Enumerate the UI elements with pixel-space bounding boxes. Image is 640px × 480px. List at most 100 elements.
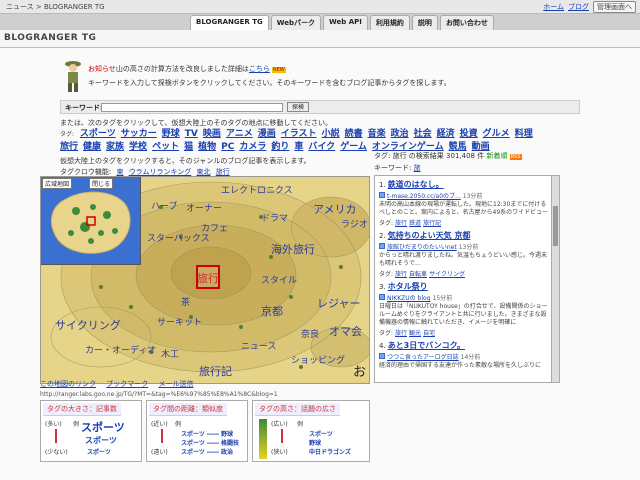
map-mode-link-east[interactable]: 東 <box>116 168 123 176</box>
map-mode-label: タグクロウ機能: <box>60 168 112 176</box>
result-tag[interactable]: 旅行 <box>395 330 407 337</box>
email-send-button[interactable]: メール送信 <box>158 380 193 388</box>
map-tag[interactable]: オーナー <box>186 201 222 214</box>
tag-link[interactable]: グルメ <box>483 129 510 139</box>
map-tag[interactable]: カー・オーディオ <box>85 343 156 356</box>
tab-webpark[interactable]: Webパーク <box>270 15 322 30</box>
map-tag[interactable]: 奈良 <box>301 327 319 340</box>
tab-blogranger[interactable]: BLOGRANGER TG <box>190 15 269 30</box>
map-tag[interactable]: サイクリング <box>55 317 121 333</box>
result-tag[interactable]: サイクリング <box>429 271 465 278</box>
results-list[interactable]: 1. 鉄道のはなし。 t-mase.2050.cc/a0のブ... 13分前 未明の… <box>374 175 560 383</box>
tag-link[interactable]: 料理 <box>515 129 533 139</box>
tag-link[interactable]: 植物 <box>198 142 216 152</box>
account-link-home[interactable]: ホーム <box>543 2 564 12</box>
explore-button[interactable]: 探検 <box>287 102 310 112</box>
scrollbar-thumb[interactable] <box>553 206 558 246</box>
map-tag[interactable]: アメリカ <box>313 201 356 217</box>
map-tag[interactable]: 海外旅行 <box>271 241 315 257</box>
tag-link[interactable]: バイク <box>308 142 335 152</box>
tag-link[interactable]: 経済 <box>437 129 455 139</box>
map-tag[interactable]: 茶 <box>181 295 190 308</box>
result-tag[interactable]: 自転車 <box>409 271 427 278</box>
notice-link[interactable]: こちら <box>249 65 270 73</box>
map-tag[interactable]: サーキット <box>157 315 202 328</box>
result-source[interactable]: 旅館ひだまりのたいいnet <box>387 244 457 251</box>
map-tag[interactable]: ドラマ <box>261 211 288 224</box>
tag-link[interactable]: スポーツ <box>80 129 116 139</box>
result-source[interactable]: t-mase.2050.cc/a0のブ... <box>387 193 461 200</box>
admin-button[interactable]: 管理画面へ <box>593 1 636 13</box>
map-mode-link-tohoku[interactable]: 東北 <box>197 168 211 176</box>
result-title[interactable]: あと3日でバンコク。 <box>388 341 465 350</box>
tag-link[interactable]: 投資 <box>460 129 478 139</box>
tag-link[interactable]: 映画 <box>203 129 221 139</box>
results-keyword-value[interactable]: 旅 <box>414 164 421 172</box>
tag-link[interactable]: 家族 <box>106 142 124 152</box>
map-mode-link-ranking[interactable]: ウラムリランキング <box>129 168 192 176</box>
tab-webapi[interactable]: Web API <box>323 15 368 30</box>
map-tag[interactable]: 旅行記 <box>199 363 232 379</box>
tag-link[interactable]: 読書 <box>345 129 363 139</box>
tag-list-prefix: タグ: <box>60 131 75 138</box>
map-tag[interactable]: スターバックス <box>147 231 210 244</box>
tag-link[interactable]: 旅行 <box>60 142 78 152</box>
tag-link[interactable]: 学校 <box>129 142 147 152</box>
result-source[interactable]: つつこ食ったアーログ日誌 <box>387 354 459 361</box>
tag-link[interactable]: 社会 <box>414 129 432 139</box>
result-source[interactable]: NIKKZUの blog <box>387 295 431 302</box>
tag-link[interactable]: 音楽 <box>368 129 386 139</box>
tag-link[interactable]: 野球 <box>162 129 180 139</box>
tag-link[interactable]: 政治 <box>391 129 409 139</box>
result-tag[interactable]: 自宅 <box>423 330 435 337</box>
map-tag[interactable]: 京都 <box>261 303 283 319</box>
tag-link[interactable]: サッカー <box>121 129 157 139</box>
result-tag[interactable]: 旅行記 <box>423 220 441 227</box>
tag-link[interactable]: イラスト <box>281 129 317 139</box>
tag-link[interactable]: アニメ <box>226 129 253 139</box>
tag-link[interactable]: カメラ <box>239 142 266 152</box>
virtual-continent-map[interactable]: エレクトロニクス ハーブ オーナー ドラマ アメリカ カフェ ラジオ スターバッ… <box>40 176 370 384</box>
tag-link[interactable]: TV <box>185 129 198 139</box>
map-tag[interactable]: スタイル <box>261 273 297 286</box>
tab-help[interactable]: 説明 <box>411 15 438 30</box>
results-scrollbar[interactable] <box>551 176 559 382</box>
tab-contact[interactable]: お問い合わせ <box>439 15 494 30</box>
map-tag[interactable]: ハーブ <box>151 199 177 212</box>
tag-link[interactable]: 小説 <box>322 129 340 139</box>
tag-link[interactable]: 車 <box>294 142 303 152</box>
result-tag[interactable]: 旅行 <box>395 271 407 278</box>
map-tag[interactable]: エレクトロニクス <box>221 183 293 196</box>
map-tag[interactable]: レジャー <box>317 295 360 311</box>
tag-link[interactable]: ペット <box>152 142 179 152</box>
result-tag[interactable]: 旅行 <box>395 220 407 227</box>
tag-link[interactable]: 釣り <box>271 142 289 152</box>
tab-terms[interactable]: 利用規約 <box>369 15 410 30</box>
result-title[interactable]: 気持ちのよい天気 京都 <box>388 231 471 240</box>
tag-link[interactable]: 猫 <box>184 142 193 152</box>
map-link-button[interactable]: この地図のリンク <box>40 380 96 388</box>
map-tag[interactable]: ショッピング <box>291 353 345 366</box>
result-tag[interactable]: 鉄道 <box>409 220 421 227</box>
overview-minimap[interactable]: 広域地図 閉じる <box>41 177 141 265</box>
tag-link[interactable]: 健康 <box>83 142 101 152</box>
map-tag[interactable]: オマ会 <box>329 323 362 339</box>
legend-height-example3: 中日ドラゴンズ <box>309 449 351 456</box>
account-link-blog[interactable]: ブログ <box>568 2 589 12</box>
bookmark-button[interactable]: ブックマーク <box>106 380 148 388</box>
map-tag[interactable]: お <box>353 361 366 380</box>
tag-link[interactable]: ゲーム <box>340 142 367 152</box>
tag-link[interactable]: PC <box>221 142 234 152</box>
map-tag[interactable]: 木工 <box>161 347 179 360</box>
map-tag[interactable]: ニュース <box>241 339 277 352</box>
map-tag[interactable]: ラジオ <box>341 217 368 230</box>
result-title[interactable]: ホタル祭り <box>388 282 428 291</box>
map-mode-link-travel[interactable]: 旅行 <box>216 168 230 176</box>
result-title[interactable]: 鉄道のはなし。 <box>388 180 444 189</box>
result-tag[interactable]: 観光 <box>409 330 421 337</box>
legend-example: 例 <box>297 421 304 428</box>
sort-new-link[interactable]: 新着順 <box>486 152 507 160</box>
rss-icon[interactable]: RSS <box>509 154 522 160</box>
keyword-input[interactable] <box>101 103 283 112</box>
tag-link[interactable]: 漫画 <box>258 129 276 139</box>
